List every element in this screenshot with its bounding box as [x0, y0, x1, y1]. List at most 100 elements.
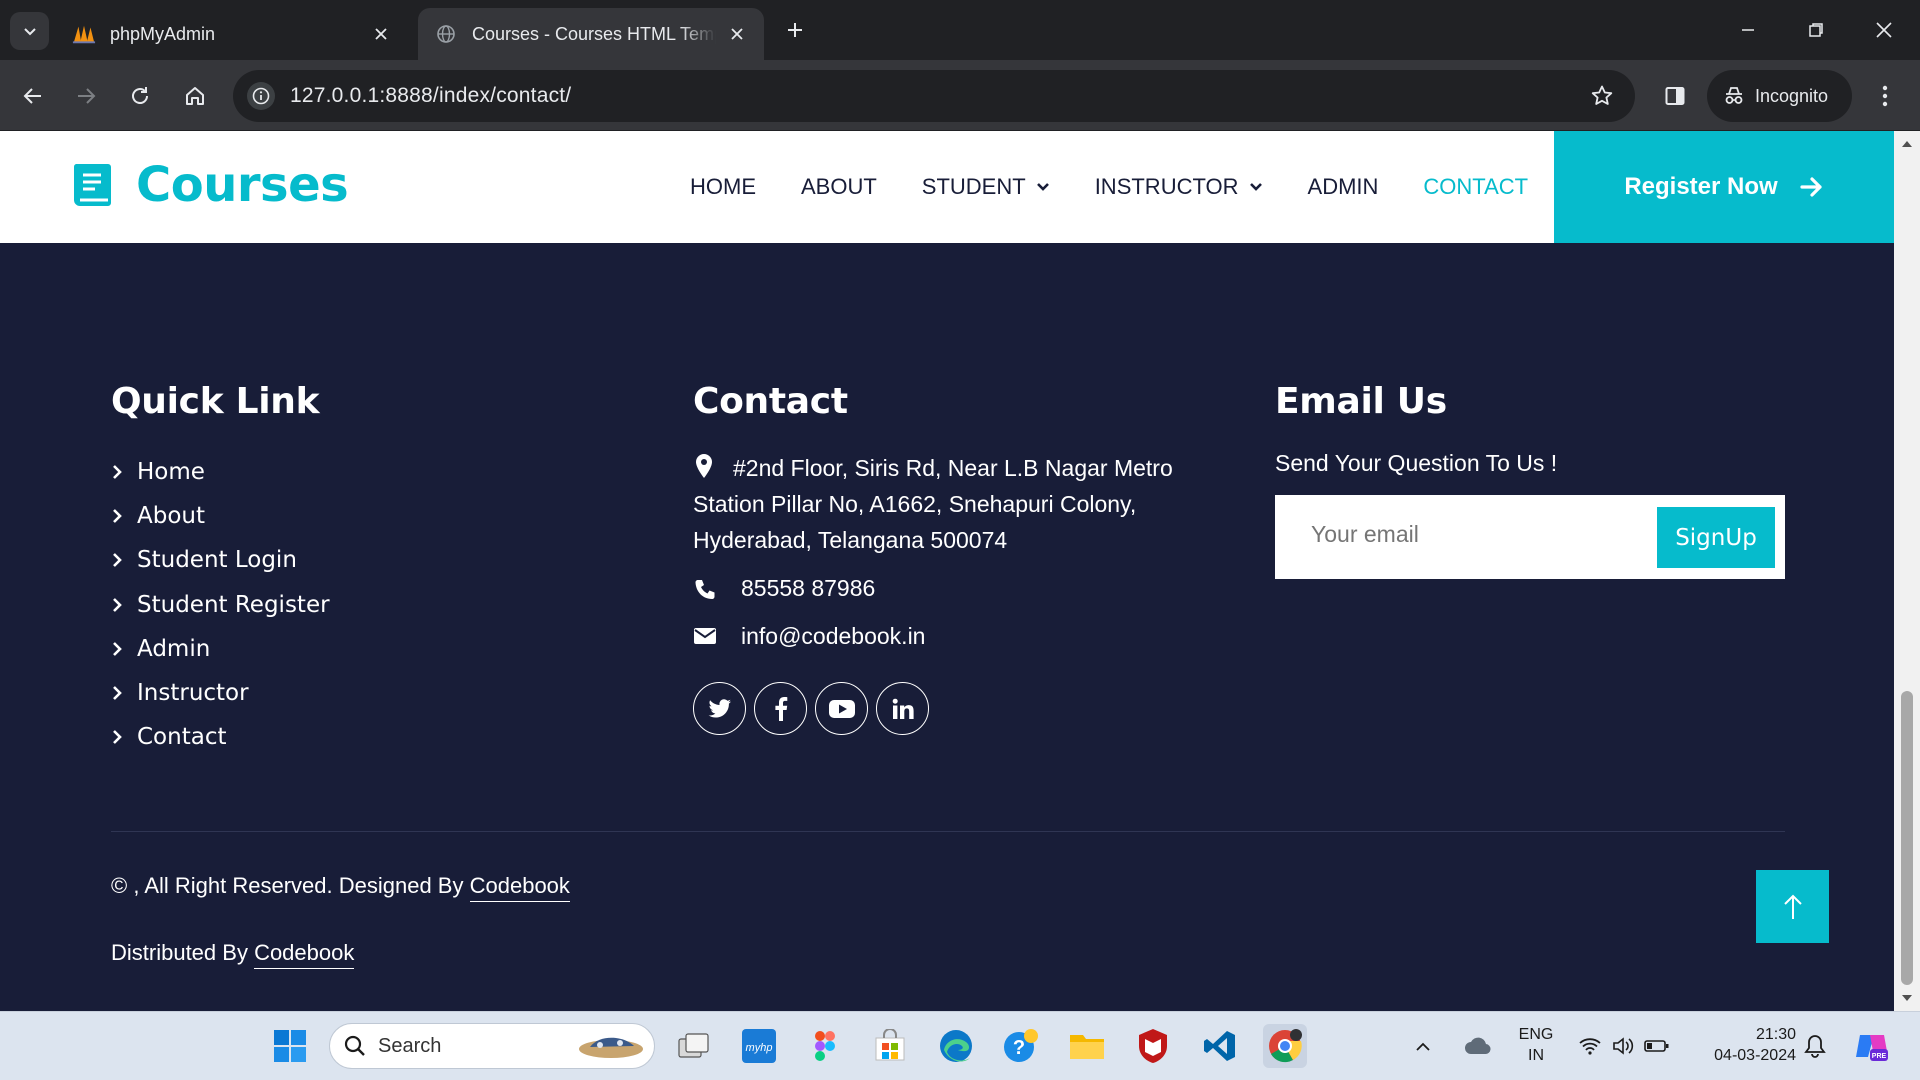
help-icon: ? [1004, 1029, 1038, 1062]
nav-admin[interactable]: ADMIN [1308, 174, 1379, 200]
youtube-link[interactable] [815, 682, 868, 735]
help-app[interactable]: ? [999, 1024, 1043, 1068]
distributed-by-link[interactable]: Codebook [254, 940, 355, 969]
back-button[interactable] [13, 76, 53, 116]
home-button[interactable] [175, 76, 215, 116]
nav-contact[interactable]: CONTACT [1423, 174, 1528, 200]
chevron-right-icon [113, 686, 122, 700]
reload-button[interactable] [120, 76, 160, 116]
link-label: Student Login [137, 547, 297, 574]
file-explorer-app[interactable] [1065, 1024, 1109, 1068]
newsletter-email-input[interactable] [1311, 521, 1611, 548]
scroll-up-arrow-icon[interactable] [1894, 135, 1920, 153]
nav-instructor[interactable]: INSTRUCTOR [1095, 174, 1263, 200]
side-panel-button[interactable] [1655, 76, 1695, 116]
figma-icon [815, 1031, 835, 1061]
chevron-down-icon [1249, 183, 1262, 191]
incognito-badge[interactable]: Incognito [1707, 70, 1852, 122]
register-now-button[interactable]: Register Now [1554, 131, 1894, 243]
close-window-button[interactable] [1850, 8, 1918, 52]
arrow-left-icon [23, 88, 41, 104]
browser-menu-button[interactable] [1870, 76, 1900, 116]
chevron-right-icon [113, 509, 122, 524]
site-footer: Quick Link Home About Student Login Stud… [0, 243, 1894, 1011]
incognito-label: Incognito [1755, 85, 1829, 106]
linkedin-icon [892, 698, 914, 719]
nav-label: ADMIN [1307, 174, 1379, 199]
side-panel-icon [1665, 87, 1685, 105]
back-to-top-button[interactable] [1756, 870, 1829, 943]
figma-app[interactable] [803, 1024, 847, 1068]
quick-link-admin[interactable]: Admin [111, 627, 330, 671]
contact-heading: Contact [693, 381, 848, 422]
quick-link-student-register[interactable]: Student Register [111, 583, 330, 627]
scroll-down-arrow-icon[interactable] [1894, 989, 1920, 1007]
address-bar[interactable]: 127.0.0.1:8888/index/contact/ [233, 70, 1635, 122]
site-info-icon[interactable] [247, 82, 275, 110]
new-tab-button[interactable] [780, 15, 810, 45]
tab-courses[interactable]: Courses - Courses HTML Template [418, 8, 764, 60]
copilot-button[interactable]: PRE [1850, 1024, 1894, 1068]
quick-link-contact[interactable]: Contact [111, 715, 330, 759]
myhp-icon: myhp [742, 1029, 776, 1063]
page-scrollbar[interactable] [1894, 131, 1920, 1011]
folder-icon [1070, 1035, 1104, 1059]
tab-phpmyadmin[interactable]: phpMyAdmin [56, 8, 408, 60]
close-tab-icon[interactable] [370, 23, 392, 45]
bell-icon [1804, 1035, 1826, 1058]
chrome-app[interactable] [1263, 1024, 1307, 1068]
myhp-app[interactable]: myhp [737, 1024, 781, 1068]
quick-link-student-login[interactable]: Student Login [111, 538, 330, 582]
close-icon [1876, 22, 1892, 38]
mcafee-app[interactable] [1131, 1024, 1175, 1068]
close-tab-icon[interactable] [726, 23, 748, 45]
arrow-right-icon [1800, 177, 1822, 197]
nav-label: INSTRUCTOR [1094, 174, 1239, 199]
language-indicator[interactable]: ENG IN [1508, 1024, 1564, 1066]
search-icon [344, 1035, 365, 1056]
twitter-link[interactable] [693, 682, 746, 735]
footer-divider [111, 831, 1785, 832]
quick-link-home[interactable]: Home [111, 450, 330, 494]
tab-search-button[interactable] [10, 12, 49, 50]
microsoft-store-app[interactable] [868, 1024, 912, 1068]
link-label: Admin [137, 635, 211, 662]
onedrive-button[interactable] [1456, 1024, 1500, 1068]
tray-overflow-button[interactable] [1408, 1024, 1438, 1068]
scrollbar-thumb[interactable] [1901, 691, 1913, 985]
brand-logo[interactable]: Courses [70, 157, 349, 213]
nav-label: CONTACT [1423, 174, 1529, 199]
nav-home[interactable]: HOME [690, 174, 756, 200]
forward-button[interactable] [66, 76, 106, 116]
network-volume-battery[interactable] [1574, 1024, 1674, 1068]
linkedin-link[interactable] [876, 682, 929, 735]
clock[interactable]: 21:30 04-03-2024 [1690, 1024, 1796, 1066]
quick-link-heading: Quick Link [111, 381, 320, 422]
start-button[interactable] [268, 1024, 312, 1068]
task-view-button[interactable] [672, 1024, 716, 1068]
bookmark-star-icon[interactable] [1589, 83, 1615, 109]
quick-link-instructor[interactable]: Instructor [111, 671, 330, 715]
tab-title: Courses - Courses HTML Template [472, 23, 716, 44]
link-label: Home [137, 459, 205, 486]
nav-about[interactable]: ABOUT [801, 174, 877, 200]
taskbar-search[interactable]: Search [329, 1023, 655, 1069]
globe-icon [434, 22, 458, 46]
notifications-button[interactable] [1797, 1024, 1833, 1068]
url-text[interactable]: 127.0.0.1:8888/index/contact/ [290, 84, 571, 108]
facebook-link[interactable] [754, 682, 807, 735]
nav-student[interactable]: STUDENT [922, 174, 1050, 200]
minimize-button[interactable] [1714, 8, 1782, 52]
signup-button[interactable]: SignUp [1657, 507, 1775, 568]
phone-text: 85558 87986 [741, 575, 876, 601]
designed-by-link[interactable]: Codebook [469, 873, 570, 902]
vscode-app[interactable] [1198, 1024, 1242, 1068]
svg-text:myhp: myhp [746, 1042, 773, 1054]
newsletter-text: Send Your Question To Us ! [1275, 450, 1558, 476]
brand-name: Courses [136, 157, 349, 213]
nav-label: ABOUT [801, 174, 877, 199]
chevron-right-icon [113, 465, 122, 480]
edge-app[interactable] [934, 1024, 978, 1068]
quick-link-about[interactable]: About [111, 494, 330, 538]
restore-button[interactable] [1782, 8, 1850, 52]
